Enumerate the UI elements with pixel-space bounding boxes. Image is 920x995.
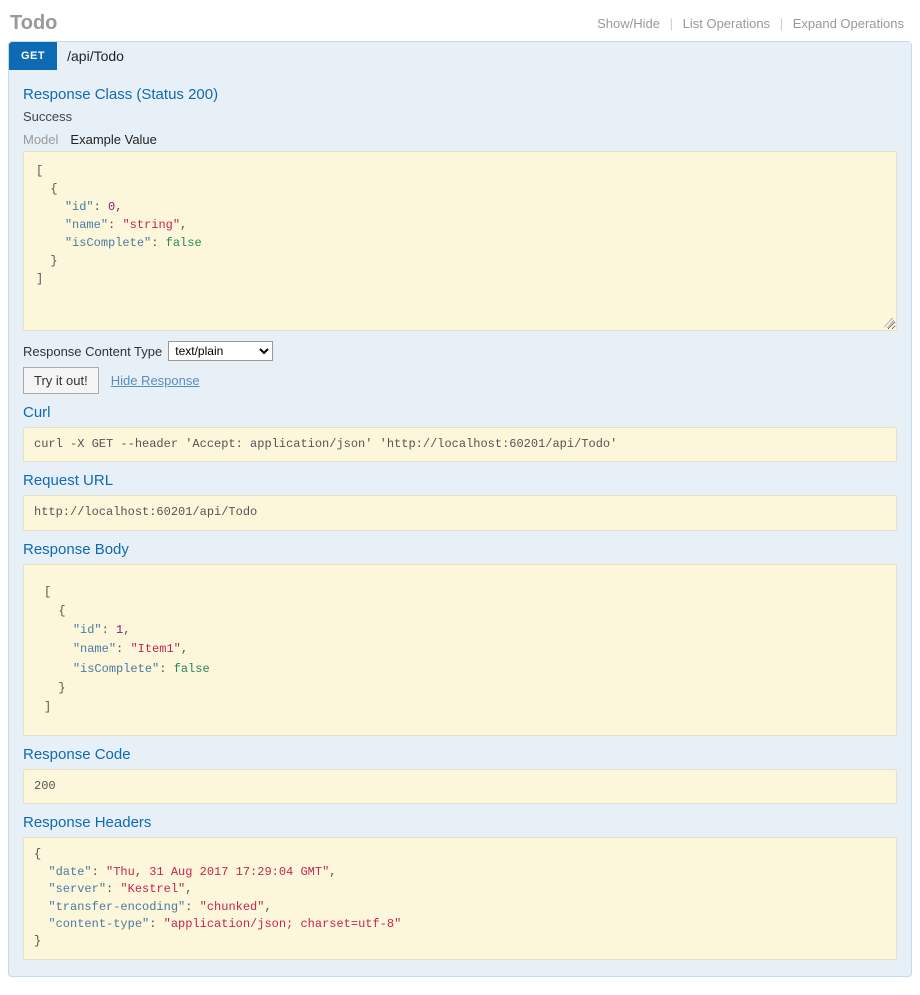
show-hide-link[interactable]: Show/Hide (591, 16, 666, 31)
header-links: Show/Hide | List Operations | Expand Ope… (591, 16, 910, 31)
operation-body: Response Class (Status 200) Success Mode… (9, 70, 911, 976)
response-headers-box[interactable]: { "date": "Thu, 31 Aug 2017 17:29:04 GMT… (23, 837, 897, 959)
try-row: Try it out! Hide Response (23, 367, 897, 394)
request-url-title: Request URL (23, 472, 897, 489)
try-it-out-button[interactable]: Try it out! (23, 367, 99, 394)
content-type-row: Response Content Type text/plain (23, 341, 897, 361)
operation-panel: GET /api/Todo Response Class (Status 200… (8, 41, 912, 977)
response-class-subtitle: Success (23, 109, 897, 124)
tab-model[interactable]: Model (23, 132, 58, 147)
response-body-title: Response Body (23, 541, 897, 558)
example-value-box[interactable]: [ { "id": 0, "name": "string", "isComple… (23, 151, 897, 331)
response-body-box[interactable]: [ { "id": 1, "name": "Item1", "isComplet… (23, 564, 897, 736)
response-headers-title: Response Headers (23, 814, 897, 831)
content-type-select[interactable]: text/plain (168, 341, 273, 361)
curl-title: Curl (23, 404, 897, 421)
tab-example-value[interactable]: Example Value (70, 132, 156, 147)
operation-header[interactable]: GET /api/Todo (9, 42, 911, 70)
curl-box[interactable]: curl -X GET --header 'Accept: applicatio… (23, 427, 897, 462)
hide-response-link[interactable]: Hide Response (111, 373, 200, 388)
list-operations-link[interactable]: List Operations (677, 16, 776, 31)
method-badge: GET (9, 42, 57, 70)
response-code-box[interactable]: 200 (23, 769, 897, 804)
response-class-title: Response Class (Status 200) (23, 86, 897, 103)
page-header: Todo Show/Hide | List Operations | Expan… (8, 8, 912, 41)
separator: | (670, 16, 673, 31)
content-type-label: Response Content Type (23, 344, 162, 359)
request-url-box[interactable]: http://localhost:60201/api/Todo (23, 495, 897, 530)
expand-operations-link[interactable]: Expand Operations (787, 16, 910, 31)
api-title[interactable]: Todo (10, 12, 57, 35)
schema-tabs: Model Example Value (23, 132, 897, 147)
separator: | (780, 16, 783, 31)
response-code-title: Response Code (23, 746, 897, 763)
operation-path: /api/Todo (57, 48, 124, 64)
